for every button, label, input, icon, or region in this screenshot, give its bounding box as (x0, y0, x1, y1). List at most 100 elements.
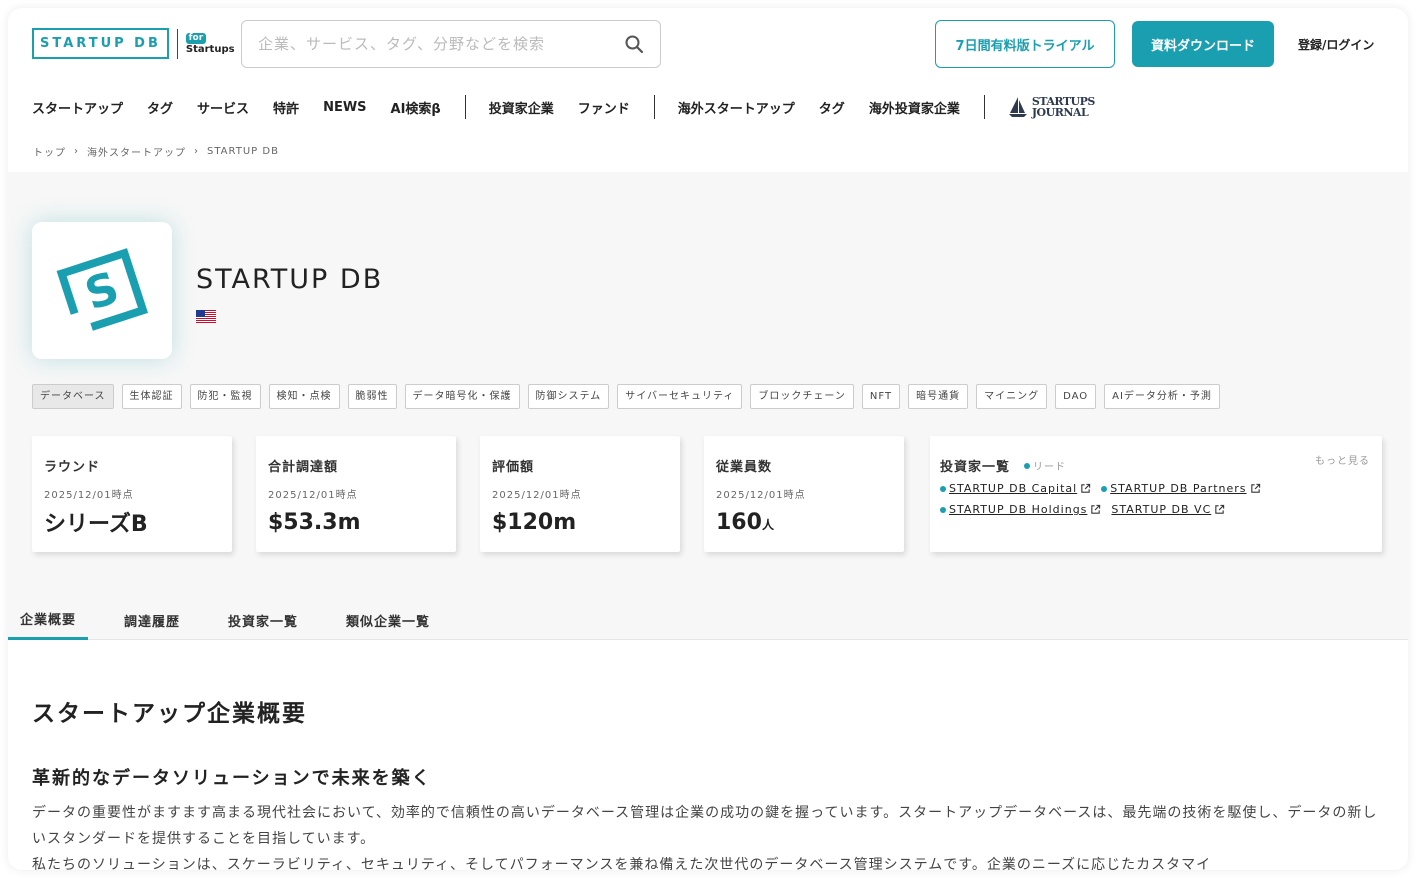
company-logo-icon: S (56, 247, 149, 336)
investor-name[interactable]: STARTUP DB Capital (949, 482, 1077, 495)
tag-item[interactable]: 生体認証 (121, 384, 182, 409)
tag-item[interactable]: マイニング (976, 384, 1048, 409)
stat-value: $120m (492, 510, 576, 535)
breadcrumb-overseas[interactable]: 海外スタートアップ (87, 144, 186, 159)
stat-card-round: ラウンド 2025/12/01時点 シリーズB (32, 436, 232, 552)
external-link-icon[interactable] (1214, 504, 1225, 515)
nav-tags[interactable]: タグ (147, 98, 173, 117)
download-button[interactable]: 資料ダウンロード (1132, 21, 1274, 67)
startups-journal-link[interactable]: STARTUPS JOURNAL (1008, 96, 1095, 118)
stat-title: ラウンド (44, 460, 101, 475)
more-investors-link[interactable]: もっと見る (1315, 452, 1370, 467)
investors-header: 投資家一覧 リード (940, 456, 1066, 475)
nav-services[interactable]: サービス (197, 98, 249, 117)
trial-button[interactable]: 7日間有料版トライアル (935, 20, 1115, 68)
stat-card-employees: 従業員数 2025/12/01時点 160人 (704, 436, 904, 552)
logo-for-label: for (185, 32, 206, 44)
tab-overview[interactable]: 企業概要 (8, 600, 89, 640)
tag-item[interactable]: NFT (861, 384, 901, 409)
investor-list: STARTUP DB Capital STARTUP DB Partners S… (940, 482, 1360, 516)
breadcrumb: トップ › 海外スタートアップ › STARTUP DB (33, 144, 279, 159)
tab-funding-history[interactable]: 調達履歴 (112, 600, 192, 640)
login-link[interactable]: 登録/ログイン (1298, 36, 1374, 53)
nav-overseas-startups[interactable]: 海外スタートアップ (678, 98, 795, 117)
tag-item[interactable]: ブロックチェーン (750, 384, 854, 409)
investors-title: 投資家一覧 (940, 460, 1011, 475)
svg-text:S: S (79, 262, 125, 320)
stat-title: 従業員数 (716, 460, 773, 475)
tag-list: データベース 生体認証 防犯・監視 検知・点検 脆弱性 データ暗号化・保護 防御… (32, 384, 1220, 409)
tag-item[interactable]: DAO (1055, 384, 1097, 409)
chevron-right-icon: › (194, 146, 199, 157)
nav-ai-search[interactable]: AI検索β (391, 98, 441, 117)
site-logo[interactable]: STARTUP DB for Startups (32, 28, 235, 59)
tag-item[interactable]: 防御システム (527, 384, 610, 409)
stat-date: 2025/12/01時点 (268, 490, 358, 501)
nav-overseas-investors[interactable]: 海外投資家企業 (869, 98, 960, 117)
logo-wordmark: STARTUP DB (32, 28, 169, 59)
header: STARTUP DB for Startups 7日間有料版トライアル 資料ダウ… (8, 8, 1408, 82)
investor-name[interactable]: STARTUP DB VC (1111, 503, 1211, 516)
tag-item[interactable]: 防犯・監視 (189, 384, 261, 409)
investor-item[interactable]: STARTUP DB Partners (1101, 482, 1260, 495)
search-input[interactable] (258, 35, 624, 53)
stat-value-text: 160 (716, 510, 762, 535)
sailboat-icon (1008, 97, 1027, 117)
tag-item[interactable]: データベース (32, 384, 114, 409)
stat-value-text: $53.3m (268, 510, 361, 535)
stat-value: 160人 (716, 510, 774, 535)
external-link-icon[interactable] (1080, 483, 1091, 494)
investor-item[interactable]: STARTUP DB Holdings (940, 503, 1101, 516)
nav-startups[interactable]: スタートアップ (32, 98, 123, 117)
stat-value: $53.3m (268, 510, 361, 535)
investor-item[interactable]: STARTUP DB Capital (940, 482, 1091, 495)
section-tabs: 企業概要 調達履歴 投資家一覧 類似企業一覧 (8, 600, 1408, 640)
stat-value: シリーズB (44, 506, 148, 538)
nav-divider (464, 95, 466, 119)
tab-similar-companies[interactable]: 類似企業一覧 (334, 600, 442, 640)
stat-value-text: $120m (492, 510, 577, 535)
chevron-right-icon: › (74, 146, 79, 157)
tag-item[interactable]: 脆弱性 (347, 384, 397, 409)
search-box[interactable] (241, 20, 661, 68)
lead-label: リード (1033, 462, 1067, 473)
investor-item[interactable]: STARTUP DB VC (1111, 503, 1225, 516)
company-logo: S (32, 222, 172, 359)
tag-item[interactable]: サイバーセキュリティ (617, 384, 743, 409)
search-icon[interactable] (624, 34, 644, 54)
tag-item[interactable]: AIデータ分析・予測 (1104, 384, 1220, 409)
stat-date: 2025/12/01時点 (44, 490, 134, 501)
nav-divider (653, 95, 655, 119)
overview-heading: スタートアップ企業概要 (32, 701, 307, 727)
investor-name[interactable]: STARTUP DB Holdings (949, 503, 1087, 516)
journal-wordmark: STARTUPS JOURNAL (1031, 96, 1096, 119)
nav-investors[interactable]: 投資家企業 (489, 98, 554, 117)
stat-card-total-funding: 合計調達額 2025/12/01時点 $53.3m (256, 436, 456, 552)
external-link-icon[interactable] (1090, 504, 1101, 515)
breadcrumb-top[interactable]: トップ (33, 144, 66, 159)
tag-item[interactable]: データ暗号化・保護 (404, 384, 520, 409)
logo-for-startups: for Startups (185, 32, 235, 55)
lead-dot-icon (940, 485, 946, 492)
nav-funds[interactable]: ファンド (578, 98, 630, 117)
investors-card: 投資家一覧 リード もっと見る STARTUP DB Capital START… (930, 436, 1382, 552)
nav-divider (983, 95, 985, 119)
lead-dot-icon (1024, 462, 1031, 469)
external-link-icon[interactable] (1250, 483, 1261, 494)
tag-item[interactable]: 暗号通貨 (908, 384, 969, 409)
nav-news[interactable]: NEWS (323, 100, 366, 115)
nav-overseas-tags[interactable]: タグ (819, 98, 845, 117)
stat-title: 合計調達額 (268, 460, 339, 475)
nav-patents[interactable]: 特許 (273, 98, 299, 117)
us-flag-icon (196, 310, 216, 323)
overview-paragraph: データの重要性がますます高まる現代社会において、効率的で信頼性の高いデータベース… (32, 800, 1388, 870)
tab-investors[interactable]: 投資家一覧 (216, 600, 310, 640)
stat-value-text: シリーズB (44, 512, 148, 537)
journal-line-2: JOURNAL (1031, 106, 1089, 119)
tag-item[interactable]: 検知・点検 (268, 384, 340, 409)
investor-name[interactable]: STARTUP DB Partners (1110, 482, 1246, 495)
stat-date: 2025/12/01時点 (492, 490, 582, 501)
overview-paragraph-1: データの重要性がますます高まる現代社会において、効率的で信頼性の高いデータベース… (32, 805, 1378, 847)
stat-title: 評価額 (492, 460, 535, 475)
overview-paragraph-2: 私たちのソリューションは、スケーラビリティ、セキュリティ、そしてパフォーマンスを… (32, 857, 1212, 870)
